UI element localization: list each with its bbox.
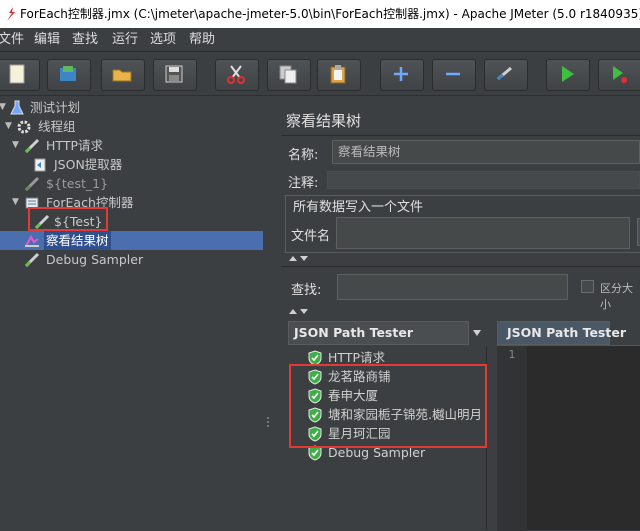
tree-item-label: JSON提取器 [54,157,123,172]
comment-label: 注释: [288,176,319,191]
save-icon [165,65,183,83]
listener-panel: 察看结果树 名称: 察看结果树 注释: 所有数据写入一个文件 文件名 查找: 区… [273,96,640,531]
open-button[interactable] [101,59,145,91]
case-sensitive-checkbox[interactable] [581,280,594,293]
start-icon [562,66,574,82]
collapse-toggle-icon[interactable]: ▼ [0,98,9,117]
sampler-icon [24,176,40,192]
tree-item-test-plan[interactable]: ▼ 测试计划 [0,98,263,117]
start-no-pause-icon [613,66,627,83]
extractor-icon [34,158,46,172]
collapse-toggle-icon[interactable]: ▼ [12,136,22,155]
start-no-pause-button[interactable] [598,59,640,91]
collapse-button[interactable] [432,59,476,91]
tree-item-label: 察看结果树 [44,231,111,250]
tree-item-http-request[interactable]: ▼ HTTP请求 [0,136,263,155]
window-titlebar: ForEach控制器.jmx (C:\jmeter\apache-jmeter-… [0,0,640,28]
name-input[interactable]: 察看结果树 [332,140,640,164]
renderer-select[interactable]: JSON Path Tester [288,321,469,345]
cut-icon [227,65,245,84]
new-button[interactable] [0,59,40,91]
tab-json-path-tester[interactable]: JSON Path Tester [497,321,626,345]
test-plan-icon [10,100,24,115]
collapse-icon [446,72,460,76]
tree-item-json-extractor[interactable]: JSON提取器 [0,155,263,174]
line-gutter: 1 [497,346,527,531]
listener-icon [25,235,39,247]
copy-icon [279,65,297,84]
tree-item-label: ${test_1} [46,176,109,191]
open-icon [112,69,132,82]
menu-file[interactable]: 文件 [0,28,24,52]
filename-label: 文件名 [291,229,331,244]
search-input[interactable] [337,274,568,300]
expand-icon [394,67,408,81]
tree-item-test-1[interactable]: ${test_1} [0,174,263,193]
save-button[interactable] [153,59,197,91]
templates-icon [60,66,76,81]
tree-item-label: 测试计划 [30,100,81,115]
copy-button[interactable] [267,59,311,91]
menu-run[interactable]: 运行 [112,28,138,52]
tree-item-label: 线程组 [38,119,76,134]
panel-title: 察看结果树 [286,112,362,130]
templates-button[interactable] [47,59,91,91]
tree-item-view-results-tree[interactable]: 察看结果树 [0,231,263,250]
jmeter-feather-icon [7,7,15,21]
expand-button[interactable] [380,59,424,91]
paste-button[interactable] [317,59,361,91]
split-divider[interactable] [263,96,273,530]
toolbar [0,52,640,96]
file-section-title: 所有数据写入一个文件 [291,196,426,215]
collapse-toggle-icon[interactable]: ▼ [12,193,22,212]
tree-item-thread-group[interactable]: ▼ 线程组 [0,117,263,136]
code-editor[interactable]: 1 [497,345,640,531]
toggle-button[interactable] [484,59,528,91]
cut-button[interactable] [215,59,259,91]
window-title: ForEach控制器.jmx (C:\jmeter\apache-jmeter-… [20,7,640,21]
sampler-icon [24,252,40,268]
test-plan-tree: ▼ 测试计划 ▼ 线程组 ▼ HTTP请求 JSON提取器 ${test_1} … [0,96,263,530]
thread-group-icon [17,120,31,134]
tree-item-label: HTTP请求 [46,138,103,153]
splitter-arrows-icon[interactable] [288,308,314,315]
line-number: 1 [508,348,516,361]
name-label: 名称: [288,148,319,163]
menu-help[interactable]: 帮助 [189,28,215,52]
tree-item-label: Debug Sampler [46,252,144,267]
toggle-icon [497,66,512,81]
comment-input[interactable] [327,171,640,189]
chevron-down-icon[interactable] [472,329,482,337]
menu-bar: 文件 编辑 查找 运行 选项 帮助 [0,28,640,52]
menu-options[interactable]: 选项 [150,28,176,52]
menu-search[interactable]: 查找 [72,28,98,52]
splitter-arrows-icon[interactable] [288,255,314,262]
drag-handle-icon[interactable] [266,416,270,430]
menu-edit[interactable]: 编辑 [34,28,60,52]
filename-input[interactable] [336,217,630,249]
highlight-box [28,207,108,231]
paste-icon [330,65,346,84]
tester-pane: JSON Path Tester 1 [497,321,640,531]
highlight-box [289,364,487,448]
case-sensitive-label: 区分大小 [600,282,633,311]
search-label: 查找: [291,283,322,298]
sampler-icon [24,138,40,154]
tree-item-debug-sampler[interactable]: Debug Sampler [0,250,263,269]
new-icon [9,64,25,84]
collapse-toggle-icon[interactable]: ▼ [5,117,15,136]
start-button[interactable] [546,59,590,91]
